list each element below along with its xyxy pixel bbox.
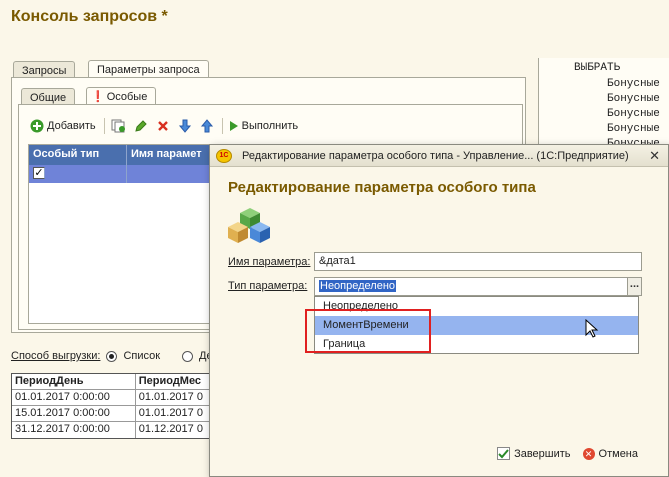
- execute-button-label: Выполнить: [241, 120, 299, 132]
- dialog-footer: Завершить ✕ Отмена: [497, 447, 638, 460]
- export-method-label: Способ выгрузки:: [11, 350, 101, 362]
- code-line: ВЫБРАТЬ: [574, 62, 621, 74]
- dialog-titlebar[interactable]: 1С Редактирование параметра особого типа…: [210, 145, 668, 167]
- export-method-row: Способ выгрузки: Список Де: [11, 350, 213, 362]
- page-title: Консоль запросов *: [11, 8, 168, 25]
- cancel-button-label: Отмена: [598, 447, 638, 460]
- move-down-icon: [178, 119, 191, 133]
- add-button[interactable]: Добавить: [30, 119, 96, 133]
- copy-icon: [111, 119, 125, 133]
- params-toolbar: Добавить Выполнить: [30, 116, 306, 136]
- annotation-highlight-box: [305, 309, 431, 353]
- radio-other[interactable]: [182, 350, 194, 362]
- add-icon: [30, 119, 44, 133]
- toolbar-separator: [103, 118, 105, 134]
- exclamation-icon: ❗: [91, 91, 105, 103]
- move-up-icon: [200, 119, 213, 133]
- table-row[interactable]: 01.01.2017 0:00:00 01.01.2017 0: [12, 390, 210, 406]
- dialog-heading: Редактирование параметра особого типа: [228, 179, 536, 196]
- copy-button[interactable]: [111, 119, 126, 133]
- table-row[interactable]: 15.01.2017 0:00:00 01.01.2017 0: [12, 406, 210, 422]
- 1c-logo-icon: 1С: [216, 148, 232, 163]
- delete-button[interactable]: [156, 119, 170, 133]
- play-icon: [229, 121, 238, 131]
- code-line: Бонусные: [607, 93, 660, 105]
- code-line: Бонусные: [607, 123, 660, 135]
- move-down-button[interactable]: [178, 119, 192, 133]
- column-header-period-day[interactable]: ПериодДень: [12, 374, 136, 389]
- table-cell: 15.01.2017 0:00:00: [12, 406, 136, 421]
- toolbar-separator: [221, 118, 223, 134]
- tab-special-label: Особые: [106, 91, 148, 103]
- results-table-header: ПериодДень ПериодМес: [12, 374, 210, 390]
- dialog-window-title: Редактирование параметра особого типа - …: [242, 149, 629, 162]
- cubes-icon: [228, 208, 270, 243]
- table-cell: 31.12.2017 0:00:00: [12, 422, 136, 438]
- execute-button[interactable]: Выполнить: [229, 120, 298, 132]
- mouse-cursor-icon: [585, 319, 599, 338]
- table-cell: 01.01.2017 0:00:00: [12, 390, 136, 405]
- table-cell: 01.12.2017 0: [136, 422, 210, 438]
- param-name-field[interactable]: &дата1: [314, 252, 642, 271]
- cancel-icon: ✕: [582, 447, 595, 460]
- finish-button-label: Завершить: [514, 447, 571, 460]
- special-type-checkbox[interactable]: ✓: [33, 167, 45, 179]
- column-header-special-type[interactable]: Особый тип: [29, 145, 127, 165]
- results-table: ПериодДень ПериодМес 01.01.2017 0:00:00 …: [11, 373, 211, 439]
- param-type-value: Неопределено: [319, 280, 397, 292]
- param-type-field[interactable]: Неопределено ...: [314, 277, 642, 296]
- edit-special-param-dialog: 1С Редактирование параметра особого типа…: [209, 144, 669, 477]
- code-line: Бонусные: [607, 78, 660, 90]
- add-button-label: Добавить: [47, 120, 96, 132]
- cancel-button[interactable]: ✕ Отмена: [582, 447, 638, 460]
- params-grid-header: Особый тип Имя парамет: [29, 145, 217, 165]
- table-row[interactable]: 31.12.2017 0:00:00 01.12.2017 0: [12, 422, 210, 438]
- column-header-period-month[interactable]: ПериодМес: [135, 374, 210, 389]
- edit-button[interactable]: [134, 119, 148, 133]
- move-up-button[interactable]: [200, 119, 214, 133]
- finish-button[interactable]: Завершить: [497, 447, 571, 460]
- code-line: Бонусные: [607, 108, 660, 120]
- param-type-label: Тип параметра:: [228, 280, 308, 292]
- table-cell: 01.01.2017 0: [136, 406, 210, 421]
- close-icon[interactable]: ✕: [649, 148, 660, 164]
- select-type-button[interactable]: ...: [627, 278, 641, 295]
- delete-icon: [157, 121, 168, 131]
- params-grid: Особый тип Имя парамет ✓: [28, 144, 218, 324]
- param-name-label: Имя параметра:: [228, 256, 311, 268]
- radio-list-label[interactable]: Список: [123, 350, 160, 362]
- column-header-param-name[interactable]: Имя парамет: [127, 145, 217, 165]
- edit-pencil-icon: [134, 120, 147, 132]
- table-cell: 01.01.2017 0: [136, 390, 210, 405]
- table-row[interactable]: ✓: [29, 165, 217, 183]
- radio-list[interactable]: [106, 350, 118, 362]
- checkmark-icon: [497, 447, 511, 460]
